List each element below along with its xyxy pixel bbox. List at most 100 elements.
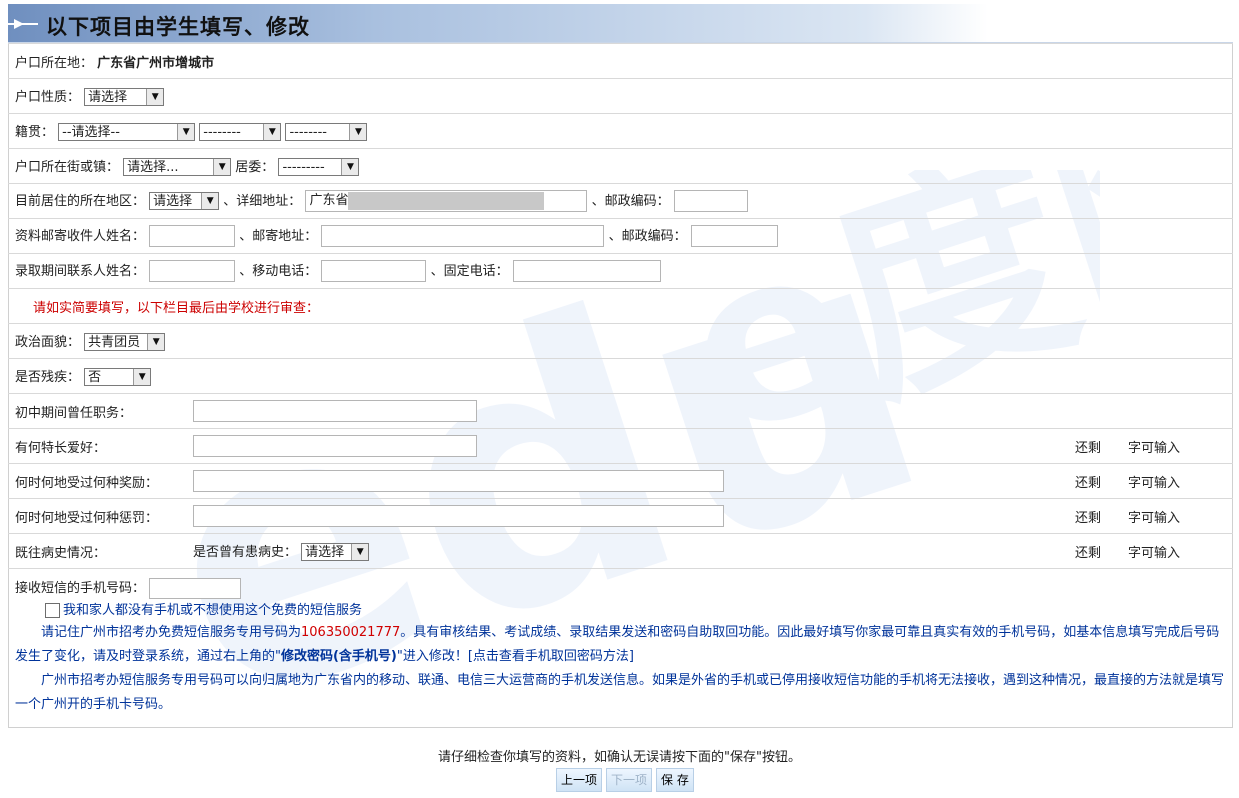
political-label: 政治面貌： <box>15 334 81 350</box>
award-input[interactable] <box>193 470 724 492</box>
punish-input[interactable] <box>193 505 724 527</box>
sms-p1-text-c: "进入修改！ <box>396 649 468 664</box>
phone-label: 、固定电话： <box>430 263 509 279</box>
chevron-down-icon: ▼ <box>146 89 164 106</box>
chevron-down-icon: ▼ <box>213 159 231 176</box>
postcode-input-1[interactable] <box>673 190 748 213</box>
hukou-type-select-value: 请选择 <box>88 90 128 106</box>
chevron-down-icon: ▼ <box>147 334 165 351</box>
sms-info-paragraph-2: 广州市招考办短信服务专用号码可以向归属地为广东省内的移动、联通、电信三大运营商的… <box>15 669 1226 717</box>
hukou-location-value: 广东省广州市增城市 <box>97 55 215 71</box>
political-select[interactable]: 共青团员 ▼ <box>84 333 166 352</box>
sms-service-number: 106350021777 <box>301 625 401 640</box>
hobby-input[interactable] <box>193 435 477 457</box>
remain-suffix: 字可输入 <box>1128 545 1181 561</box>
jiguan-label: 籍贯： <box>15 124 55 140</box>
sms-p1-bold: 修改密码(含手机号) <box>280 649 397 664</box>
row-hobby: 有何特长爱好： 还剩 字可输入 <box>8 428 1233 464</box>
chevron-down-icon: ▼ <box>341 159 359 176</box>
disease-select-value: 请选择 <box>305 545 345 561</box>
student-form-table: 户口所在地： 广东省广州市增城市 户口性质： 请选择 ▼ 籍贯： --请选择-- ▼… <box>8 43 1233 728</box>
jiguan-province-value: --请选择-- <box>62 125 120 141</box>
arrow-icon <box>14 19 24 29</box>
row-current-address: 目前居住的所在地区： 请选择 ▼ 、详细地址： 广东省 、邮政编码： <box>8 183 1233 219</box>
mail-name-label: 资料邮寄收件人姓名： <box>15 228 146 244</box>
row-jiguan: 籍贯： --请选择-- ▼ -------- ▼ -------- ▼ <box>8 113 1233 149</box>
disease-select[interactable]: 请选择 ▼ <box>301 543 370 562</box>
row-notice: 请如实简要填写，以下栏目最后由学校进行审查： <box>8 288 1233 324</box>
hukou-type-select[interactable]: 请选择 ▼ <box>84 88 165 107</box>
prev-button[interactable]: 上一项 <box>556 768 603 792</box>
postcode-label-1: 、邮政编码： <box>591 193 670 209</box>
jiguan-county-select[interactable]: -------- ▼ <box>285 123 368 142</box>
detail-address-input[interactable]: 广东省 <box>305 190 588 213</box>
section-header: 以下项目由学生填写、修改 <box>8 4 1233 43</box>
sms-info-paragraph-1: 请记住广州市招考办免费短信服务专用号码为106350021777。具有审核结果、… <box>15 621 1226 669</box>
phone-input[interactable] <box>512 260 661 283</box>
mobile-input[interactable] <box>321 260 427 283</box>
disabled-label: 是否残疾： <box>15 369 81 385</box>
redacted-block <box>348 192 545 211</box>
disabled-select[interactable]: 否 ▼ <box>84 368 152 387</box>
row-sms: 接收短信的手机号码： 我和家人都没有手机或不想使用这个免费的短信服务 请记住广州… <box>8 568 1233 728</box>
mail-address-input[interactable] <box>321 225 605 248</box>
row-punish: 何时何地受过何种惩罚： 还剩 字可输入 <box>8 498 1233 534</box>
remain-label: 还剩 <box>1075 475 1102 491</box>
current-area-select-value: 请选择 <box>153 194 193 210</box>
mail-address-label: 、邮寄地址： <box>239 228 318 244</box>
jiguan-county-value: -------- <box>289 125 327 141</box>
row-street: 户口所在街或镇： 请选择... ▼ 居委： --------- ▼ <box>8 148 1233 184</box>
postcode-input-2[interactable] <box>690 225 778 248</box>
mail-name-input[interactable] <box>149 225 236 248</box>
form-panel: 以下项目由学生填写、修改 户口所在地： 广东省广州市增城市 户口性质： 请选择 ▼… <box>8 4 1233 728</box>
jiguan-city-select[interactable]: -------- ▼ <box>199 123 282 142</box>
chevron-down-icon: ▼ <box>351 544 369 561</box>
juwei-label: 居委： <box>235 159 275 175</box>
disabled-select-value: 否 <box>88 370 102 386</box>
juwei-select[interactable]: --------- ▼ <box>278 158 360 177</box>
mobile-label: 、移动电话： <box>239 263 318 279</box>
sms-phone-input[interactable] <box>149 578 242 599</box>
row-hukou-location: 户口所在地： 广东省广州市增城市 <box>8 43 1233 79</box>
footer-instruction: 请仔细检查你填写的资料，如确认无误请按下面的"保存"按钮。 <box>438 750 801 765</box>
hobby-label: 有何特长爱好： <box>15 440 107 456</box>
sms-phone-row: 接收短信的手机号码： <box>15 577 1226 601</box>
sms-phone-label: 接收短信的手机号码： <box>15 581 146 596</box>
political-select-value: 共青团员 <box>88 335 141 351</box>
disease-question-label: 是否曾有患病史： <box>193 544 298 560</box>
contact-name-input[interactable] <box>149 260 236 283</box>
row-disabled: 是否残疾： 否 ▼ <box>8 358 1233 394</box>
remain-label: 还剩 <box>1075 545 1102 561</box>
next-button[interactable]: 下一项 <box>606 768 653 792</box>
remain-suffix: 字可输入 <box>1128 510 1181 526</box>
footer-buttons: 上一项 下一项保 存 <box>556 768 698 792</box>
hukou-location-label: 户口所在地： <box>15 55 94 71</box>
sms-optout-row: 我和家人都没有手机或不想使用这个免费的短信服务 <box>15 601 1226 621</box>
jiguan-province-select[interactable]: --请选择-- ▼ <box>58 123 196 142</box>
current-area-select[interactable]: 请选择 ▼ <box>149 192 220 211</box>
punish-label: 何时何地受过何种惩罚： <box>15 510 159 526</box>
remain-suffix: 字可输入 <box>1128 475 1181 491</box>
chevron-down-icon: ▼ <box>349 124 367 141</box>
row-duty: 初中期间曾任职务： <box>8 393 1233 429</box>
sms-optout-label: 我和家人都没有手机或不想使用这个免费的短信服务 <box>63 603 363 618</box>
chevron-down-icon: ▼ <box>201 193 219 210</box>
street-select[interactable]: 请选择... ▼ <box>123 158 232 177</box>
chevron-down-icon: ▼ <box>133 369 151 386</box>
chevron-down-icon: ▼ <box>263 124 281 141</box>
sms-p1-text-a: 请记住广州市招考办免费短信服务专用号码为 <box>41 625 302 640</box>
password-help-link[interactable]: [点击查看手机取回密码方法] <box>468 649 634 664</box>
sms-p2-text: 广州市招考办短信服务专用号码可以向归属地为广东省内的移动、联通、电信三大运营商的… <box>15 673 1225 712</box>
jiguan-city-value: -------- <box>203 125 241 141</box>
street-select-value: 请选择... <box>127 160 179 176</box>
remain-label: 还剩 <box>1075 440 1102 456</box>
row-disease: 既往病史情况： 是否曾有患病史： 请选择 ▼ 还剩 字可输入 <box>8 533 1233 569</box>
save-button[interactable]: 保 存 <box>656 768 694 792</box>
row-contact: 录取期间联系人姓名： 、移动电话： 、固定电话： <box>8 253 1233 289</box>
review-notice: 请如实简要填写，以下栏目最后由学校进行审查： <box>33 300 320 316</box>
duty-input[interactable] <box>193 400 477 422</box>
remain-suffix: 字可输入 <box>1128 440 1181 456</box>
detail-address-value: 广东省 <box>309 193 349 209</box>
sms-optout-checkbox[interactable] <box>45 603 60 618</box>
disease-label: 既往病史情况： <box>15 545 107 561</box>
